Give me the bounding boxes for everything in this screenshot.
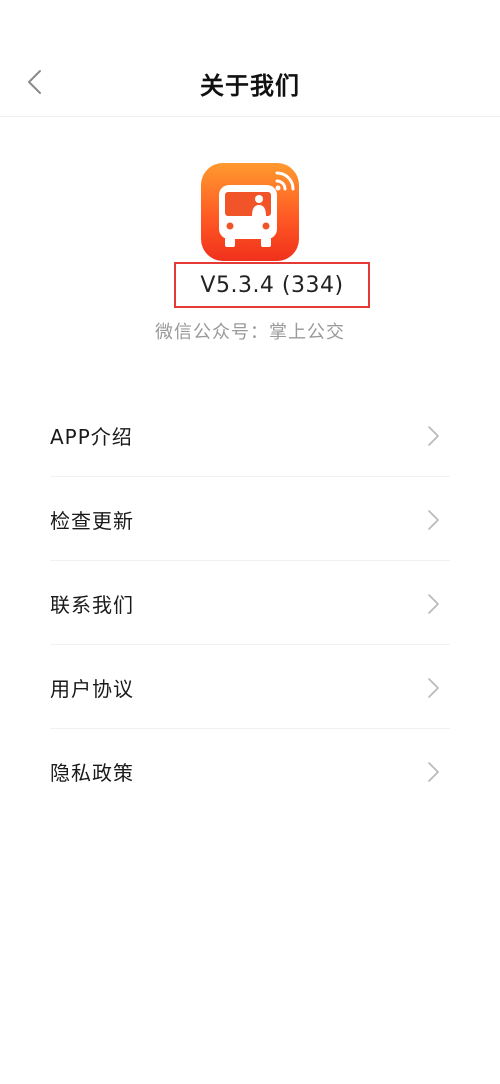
- menu-item-label: 检查更新: [50, 509, 134, 533]
- chevron-right-icon: [426, 761, 440, 783]
- menu-item-privacy-policy[interactable]: 隐私政策: [0, 729, 500, 813]
- menu-item-app-intro[interactable]: APP介绍: [0, 393, 500, 477]
- chevron-right-icon: [426, 593, 440, 615]
- menu-item-label: 联系我们: [50, 593, 134, 617]
- page-title: 关于我们: [200, 72, 300, 100]
- menu-item-user-agreement[interactable]: 用户协议: [0, 645, 500, 729]
- wechat-account-text: 微信公众号：掌上公交: [155, 322, 345, 343]
- version-text: V5.3.4 (334): [200, 272, 344, 298]
- menu-item-check-update[interactable]: 检查更新: [0, 477, 500, 561]
- menu-item-label: 用户协议: [50, 677, 134, 701]
- menu-item-label: APP介绍: [50, 425, 133, 449]
- menu-list: APP介绍 检查更新 联系我们 用户协议 隐私政策: [0, 393, 500, 813]
- about-us-page: 关于我们 V5.3.4 (334) 微信公众号：掌上公交 APP介绍 检查更新 …: [0, 0, 500, 1084]
- chevron-right-icon: [426, 677, 440, 699]
- menu-item-label: 隐私政策: [50, 761, 134, 785]
- bus-app-icon: [201, 163, 299, 261]
- menu-item-contact-us[interactable]: 联系我们: [0, 561, 500, 645]
- chevron-right-icon: [426, 425, 440, 447]
- chevron-right-icon: [426, 509, 440, 531]
- version-highlight-box: V5.3.4 (334): [174, 262, 370, 308]
- header-bar: 关于我们: [0, 0, 500, 117]
